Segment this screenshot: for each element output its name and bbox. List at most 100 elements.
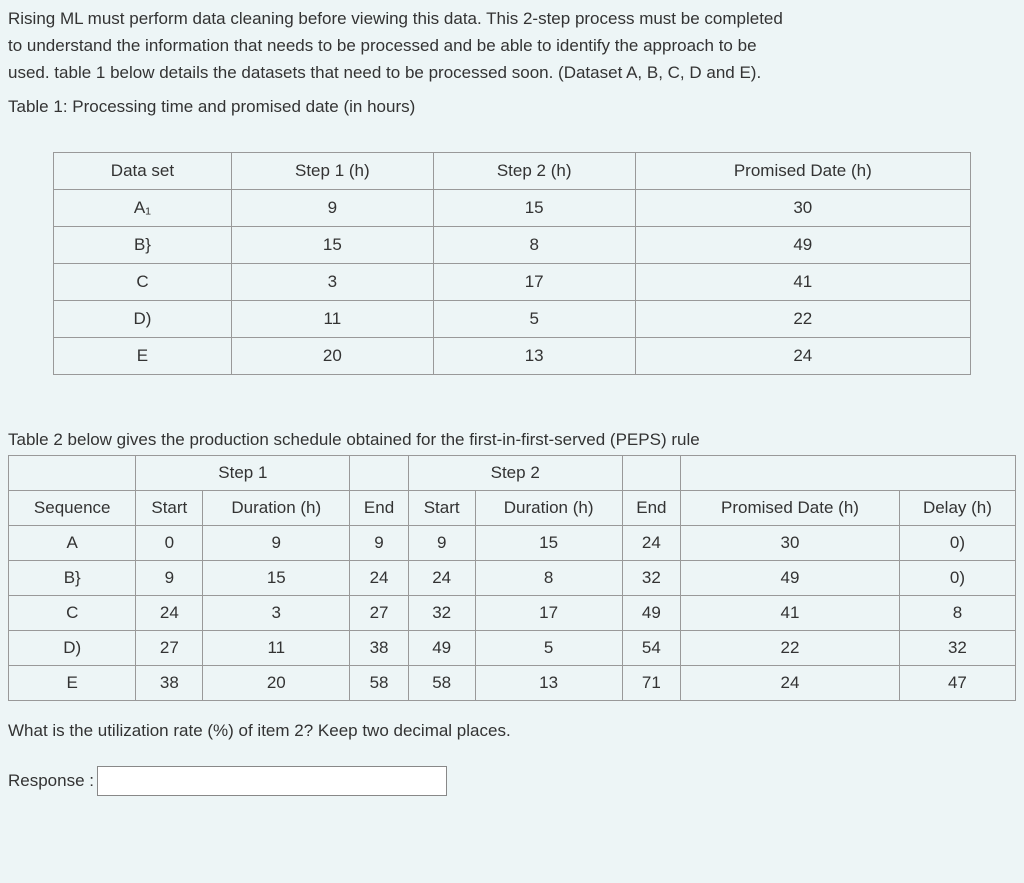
table2-cell: 22 <box>681 630 900 665</box>
intro-line-3: used. table 1 below details the datasets… <box>8 63 761 82</box>
table2-group-header-step2: Step 2 <box>408 455 622 490</box>
table2-header-duration2: Duration (h) <box>475 490 622 525</box>
table2-group-header <box>9 455 136 490</box>
table2-header-promised: Promised Date (h) <box>681 490 900 525</box>
table2-cell: 49 <box>408 630 475 665</box>
intro-line-2: to understand the information that needs… <box>8 36 757 55</box>
table2-intro: Table 2 below gives the production sched… <box>8 430 1016 450</box>
table2-header-row: Sequence Start Duration (h) End Start Du… <box>9 490 1016 525</box>
table2-row: B} 9 15 24 24 8 32 49 0) <box>9 560 1016 595</box>
table2-group-header-row: Step 1 Step 2 <box>9 455 1016 490</box>
table1-header-step2: Step 2 (h) <box>433 152 635 189</box>
table1-cell: 8 <box>433 226 635 263</box>
table2-cell: 9 <box>136 560 203 595</box>
table2-group-header-step1: Step 1 <box>136 455 350 490</box>
table1-caption: Table 1: Processing time and promised da… <box>8 97 1016 117</box>
table2-cell: 58 <box>350 665 408 700</box>
table2-row: C 24 3 27 32 17 49 41 8 <box>9 595 1016 630</box>
table1-row: E 20 13 24 <box>54 337 971 374</box>
table2-header-delay: Delay (h) <box>899 490 1015 525</box>
table2-cell: 27 <box>136 630 203 665</box>
table2-cell: 5 <box>475 630 622 665</box>
table2-cell: 30 <box>681 525 900 560</box>
table2-cell: 24 <box>408 560 475 595</box>
table2-row: A 0 9 9 9 15 24 30 0) <box>9 525 1016 560</box>
table2-cell: 24 <box>350 560 408 595</box>
table1-header-row: Data set Step 1 (h) Step 2 (h) Promised … <box>54 152 971 189</box>
table2-header-start2: Start <box>408 490 475 525</box>
table2-cell: E <box>9 665 136 700</box>
table1-header-promised: Promised Date (h) <box>635 152 970 189</box>
table1: Data set Step 1 (h) Step 2 (h) Promised … <box>53 152 971 375</box>
table2-cell: 24 <box>622 525 680 560</box>
table1-cell: 49 <box>635 226 970 263</box>
table2-group-header <box>622 455 680 490</box>
table2-cell: 0) <box>899 525 1015 560</box>
table2-cell: 9 <box>203 525 350 560</box>
table1-cell: 5 <box>433 300 635 337</box>
table2: Step 1 Step 2 Sequence Start Duration (h… <box>8 455 1016 701</box>
table2-cell: 32 <box>408 595 475 630</box>
table1-cell: 41 <box>635 263 970 300</box>
table2-cell: 8 <box>475 560 622 595</box>
table2-header-sequence: Sequence <box>9 490 136 525</box>
table2-group-header <box>681 455 1016 490</box>
response-input[interactable] <box>97 766 447 796</box>
table2-cell: 49 <box>681 560 900 595</box>
table2-row: D) 27 11 38 49 5 54 22 32 <box>9 630 1016 665</box>
table2-cell: 0) <box>899 560 1015 595</box>
table1-row: D) 11 5 22 <box>54 300 971 337</box>
table2-cell: 24 <box>136 595 203 630</box>
table2-cell: 8 <box>899 595 1015 630</box>
question-text: What is the utilization rate (%) of item… <box>8 721 1016 741</box>
intro-paragraph: Rising ML must perform data cleaning bef… <box>8 5 1016 87</box>
table1-row: A₁ 9 15 30 <box>54 189 971 226</box>
table2-cell: D) <box>9 630 136 665</box>
table1-header-step1: Step 1 (h) <box>231 152 433 189</box>
table2-cell: B} <box>9 560 136 595</box>
table1-cell: 22 <box>635 300 970 337</box>
table2-cell: 15 <box>203 560 350 595</box>
table2-group-header <box>350 455 408 490</box>
table2-cell: 9 <box>408 525 475 560</box>
table2-cell: 54 <box>622 630 680 665</box>
table2-header-duration1: Duration (h) <box>203 490 350 525</box>
table2-cell: 41 <box>681 595 900 630</box>
table2-header-start1: Start <box>136 490 203 525</box>
table2-cell: 49 <box>622 595 680 630</box>
table2-cell: A <box>9 525 136 560</box>
table1-cell: C <box>54 263 232 300</box>
table1-row: C 3 17 41 <box>54 263 971 300</box>
table2-cell: 17 <box>475 595 622 630</box>
table2-cell: 38 <box>350 630 408 665</box>
table1-cell: B} <box>54 226 232 263</box>
intro-line-1: Rising ML must perform data cleaning bef… <box>8 9 783 28</box>
table1-cell: 3 <box>231 263 433 300</box>
table2-cell: 11 <box>203 630 350 665</box>
table2-header-end2: End <box>622 490 680 525</box>
table1-cell: A₁ <box>54 189 232 226</box>
table2-row: E 38 20 58 58 13 71 24 47 <box>9 665 1016 700</box>
table2-cell: 38 <box>136 665 203 700</box>
table2-cell: 27 <box>350 595 408 630</box>
table1-cell: 20 <box>231 337 433 374</box>
table2-cell: 13 <box>475 665 622 700</box>
table2-cell: C <box>9 595 136 630</box>
table1-cell: 11 <box>231 300 433 337</box>
table2-cell: 9 <box>350 525 408 560</box>
table2-cell: 58 <box>408 665 475 700</box>
table2-cell: 32 <box>622 560 680 595</box>
table1-header-dataset: Data set <box>54 152 232 189</box>
response-label: Response : <box>8 771 94 791</box>
table2-cell: 71 <box>622 665 680 700</box>
table1-cell: 13 <box>433 337 635 374</box>
table2-cell: 0 <box>136 525 203 560</box>
table1-cell: 24 <box>635 337 970 374</box>
table1-cell: 15 <box>433 189 635 226</box>
table1-cell: 15 <box>231 226 433 263</box>
table1-cell: 30 <box>635 189 970 226</box>
table2-header-end1: End <box>350 490 408 525</box>
table2-cell: 24 <box>681 665 900 700</box>
table2-cell: 15 <box>475 525 622 560</box>
table1-cell: E <box>54 337 232 374</box>
